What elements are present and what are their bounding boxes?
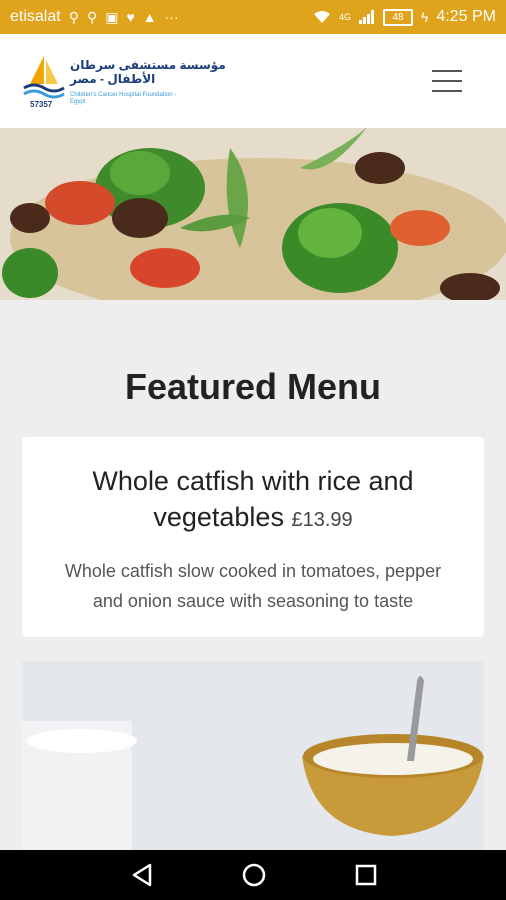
more-icon: ··· (164, 9, 179, 25)
usb-icon: ⚲ (86, 9, 98, 25)
menu-item-image-card[interactable] (22, 661, 484, 850)
home-icon[interactable] (240, 862, 268, 888)
carrier-name: etisalat (10, 8, 61, 25)
hero-food-image (0, 128, 506, 300)
recents-icon[interactable] (352, 862, 380, 888)
app-header: 57357 مؤسسة مستشفى سرطان الأطفال - مصر C… (0, 34, 506, 128)
vegetable-rice-dish-image (0, 128, 506, 300)
menu-item-card[interactable]: Whole catfish with rice and vegetables £… (22, 437, 484, 637)
menu-item-price: £13.99 (291, 509, 353, 531)
logo-arabic-line2: الأطفال - مصر (70, 72, 156, 86)
status-left: etisalat ⚲ ⚲ ▣ ♥ ▲ ··· (10, 8, 179, 26)
battery-icon: 48 (382, 8, 413, 26)
wifi-icon (313, 11, 330, 23)
heart-icon: ♥ (126, 9, 135, 25)
status-bar: etisalat ⚲ ⚲ ▣ ♥ ▲ ··· 4G 48 ϟ 4:25 PM (0, 0, 506, 34)
menu-item-title: Whole catfish with rice and vegetables (92, 466, 414, 532)
menu-item-title-line: Whole catfish with rice and vegetables £… (50, 463, 456, 538)
bowl-of-yogurt-image (22, 661, 484, 850)
clock: 4:25 PM (436, 8, 496, 25)
warning-icon: ▲ (142, 9, 157, 25)
featured-menu-title: Featured Menu (124, 366, 382, 407)
app-icon: ▣ (105, 9, 119, 25)
usb-icon: ⚲ (68, 9, 79, 25)
logo-arabic-line1: مؤسسة مستشفى سرطان (70, 58, 226, 72)
hamburger-menu-icon[interactable] (430, 68, 466, 94)
menu-item-description: Whole catfish slow cooked in tomatoes, p… (64, 561, 442, 611)
signal-icon (358, 10, 374, 24)
foundation-logo[interactable]: 57357 مؤسسة مستشفى سرطان الأطفال - مصر C… (22, 54, 226, 114)
status-right: 4G 48 ϟ 4:25 PM (313, 8, 496, 26)
logo-number: 57357 (30, 100, 53, 109)
signal-label: 4G (338, 11, 351, 22)
back-icon[interactable] (128, 862, 156, 888)
sailboat-logo-icon (23, 56, 65, 99)
navigation-bar (0, 850, 506, 900)
logo-english-text: Children's Cancer Hospital Foundation - … (70, 92, 177, 105)
charging-icon: ϟ (420, 9, 429, 25)
